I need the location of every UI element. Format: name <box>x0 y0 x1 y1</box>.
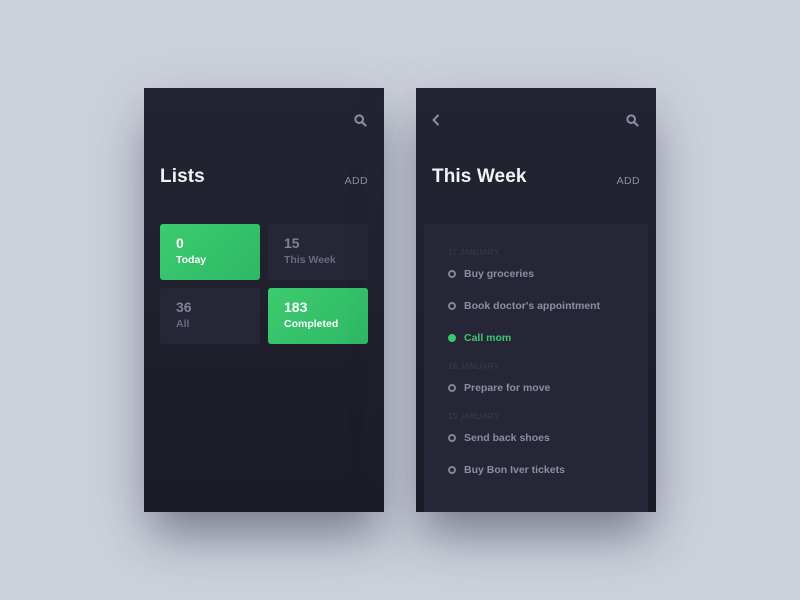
task-text: Buy Bon Iver tickets <box>464 464 565 476</box>
lists-screen: Lists ADD 0 Today 15 This Week 36 All 18… <box>144 88 384 512</box>
day-section: 19 JANUARY Send back shoes Buy Bon Iver … <box>448 412 624 486</box>
add-button[interactable]: ADD <box>345 175 368 187</box>
list-card-all[interactable]: 36 All <box>160 288 260 344</box>
search-icon <box>353 113 367 127</box>
page-title: Lists <box>160 166 205 187</box>
task-text: Send back shoes <box>464 432 550 444</box>
task-checkbox-checked[interactable] <box>448 334 456 342</box>
date-header: 18 JANUARY <box>448 362 500 371</box>
task-text: Buy groceries <box>464 268 535 280</box>
task-item[interactable]: Buy Bon Iver tickets <box>448 454 624 486</box>
task-item[interactable]: Book doctor's appointment <box>448 290 624 322</box>
task-checkbox[interactable] <box>448 384 456 392</box>
list-label: This Week <box>284 254 336 266</box>
task-checkbox[interactable] <box>448 434 456 442</box>
list-card-this-week[interactable]: 15 This Week <box>268 224 368 280</box>
this-week-screen: This Week ADD 17 JANUARY Buy groceries B… <box>416 88 656 512</box>
task-checkbox[interactable] <box>448 270 456 278</box>
task-checkbox[interactable] <box>448 466 456 474</box>
task-text: Book doctor's appointment <box>464 300 601 312</box>
list-count: 36 <box>176 299 192 315</box>
task-item[interactable]: Buy groceries <box>448 258 624 290</box>
search-button[interactable] <box>624 112 640 128</box>
search-button[interactable] <box>352 112 368 128</box>
date-header: 17 JANUARY <box>448 248 500 257</box>
task-item[interactable]: Send back shoes <box>448 422 624 454</box>
day-section: 17 JANUARY Buy groceries Book doctor's a… <box>448 248 624 354</box>
list-label: Completed <box>284 318 339 330</box>
search-icon <box>625 113 639 127</box>
list-count: 183 <box>284 299 308 315</box>
day-section: 18 JANUARY Prepare for move <box>448 362 624 404</box>
lists-grid: 0 Today 15 This Week 36 All 183 Complete… <box>160 224 368 344</box>
task-text: Prepare for move <box>464 382 551 394</box>
list-count: 15 <box>284 235 300 251</box>
list-count: 0 <box>176 235 184 251</box>
date-header: 19 JANUARY <box>448 412 500 421</box>
list-label: All <box>176 318 190 330</box>
task-list-panel: 17 JANUARY Buy groceries Book doctor's a… <box>424 224 648 512</box>
add-button[interactable]: ADD <box>617 175 640 187</box>
list-label: Today <box>176 254 207 266</box>
back-button[interactable] <box>428 112 444 128</box>
task-checkbox[interactable] <box>448 302 456 310</box>
page-title: This Week <box>432 166 527 187</box>
task-item[interactable]: Prepare for move <box>448 372 624 404</box>
task-text: Call mom <box>464 332 512 344</box>
list-card-today[interactable]: 0 Today <box>160 224 260 280</box>
chevron-left-icon <box>432 114 439 126</box>
task-item-completed[interactable]: Call mom <box>448 322 624 354</box>
list-card-completed[interactable]: 183 Completed <box>268 288 368 344</box>
